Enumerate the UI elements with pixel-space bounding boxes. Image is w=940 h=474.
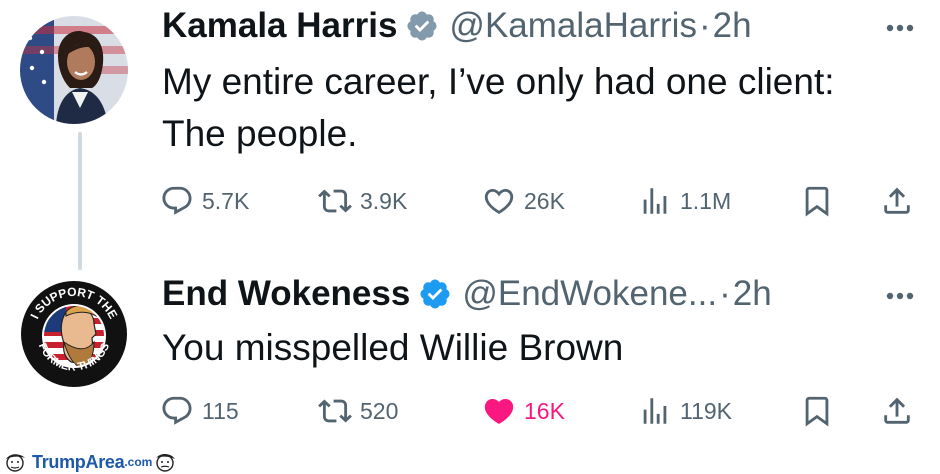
bookmark-button[interactable] (800, 391, 834, 431)
bookmark-icon (805, 396, 829, 427)
view-count: 1.1M (680, 187, 732, 214)
view-count: 119K (680, 397, 733, 424)
share-icon (884, 397, 910, 424)
tweet-actions: 115 520 16K 119K (160, 391, 922, 431)
retweet-button[interactable]: 520 (318, 391, 398, 431)
retweet-icon (318, 399, 352, 423)
separator-dot: · (719, 274, 731, 313)
avatar[interactable]: I SUPPORT THE FORMER THINGS (20, 280, 128, 388)
bookmark-icon (805, 186, 829, 217)
retweet-icon (318, 189, 352, 213)
watermark-suffix: .com (124, 455, 153, 469)
watermark-brand: TrumpArea (32, 451, 125, 472)
site-watermark: TrumpArea .com (2, 450, 178, 474)
verified-badge-icon[interactable] (418, 277, 452, 311)
views-button[interactable]: 119K (638, 391, 732, 431)
views-chart-icon (643, 398, 667, 424)
handle[interactable]: @EndWokene... (462, 274, 717, 314)
reply-icon (162, 186, 192, 215)
retweet-button[interactable]: 3.9K (318, 181, 407, 221)
tweet-header: End Wokeness @EndWokene... · 2h (162, 272, 772, 316)
display-name[interactable]: Kamala Harris (162, 6, 397, 46)
more-dots-icon (886, 292, 914, 300)
reply-button[interactable]: 5.7K (160, 181, 249, 221)
more-options-button[interactable] (882, 10, 918, 46)
thread-connector (78, 132, 82, 270)
more-options-button[interactable] (882, 278, 918, 314)
handle[interactable]: @KamalaHarris (449, 6, 697, 46)
reply-count: 115 (202, 397, 239, 424)
tweet-text: My entire career, I’ve only had one clie… (162, 56, 922, 160)
views-button[interactable]: 1.1M (638, 181, 731, 221)
tweet-text-line: You misspelled Willie Brown (162, 327, 624, 368)
separator-dot: · (698, 6, 711, 45)
tweet-end-wokeness[interactable]: I SUPPORT THE FORMER THINGS End Wokeness… (0, 258, 940, 448)
heart-outline-icon (484, 188, 514, 214)
reply-button[interactable]: 115 (160, 391, 239, 431)
like-count: 26K (524, 187, 565, 214)
share-icon (884, 187, 910, 214)
timestamp[interactable]: 2h (733, 274, 772, 314)
like-button[interactable]: 26K (482, 181, 565, 221)
tweet-header: Kamala Harris @KamalaHarris · 2h (162, 4, 752, 48)
tweet-text: You misspelled Willie Brown (162, 322, 922, 374)
tweet-actions: 5.7K 3.9K 26K 1.1M (160, 181, 922, 221)
like-button[interactable]: 16K (482, 391, 565, 431)
badge-avatar-icon: I SUPPORT THE FORMER THINGS (21, 281, 127, 387)
heart-filled-icon (484, 398, 514, 424)
reply-count: 5.7K (202, 187, 250, 214)
tweet-text-line: My entire career, I’ve only had one clie… (162, 61, 835, 102)
views-chart-icon (643, 188, 667, 214)
avatar-photo (20, 16, 128, 124)
display-name[interactable]: End Wokeness (162, 274, 410, 314)
reply-icon (162, 396, 192, 425)
bookmark-button[interactable] (800, 181, 834, 221)
share-button[interactable] (880, 181, 914, 221)
tweet-kamala-harris[interactable]: Kamala Harris @KamalaHarris · 2h My enti… (0, 0, 940, 270)
tweet-text-line: The people. (162, 113, 358, 154)
avatar[interactable] (20, 16, 128, 124)
retweet-count: 520 (360, 397, 399, 424)
more-dots-icon (886, 24, 914, 32)
caricature-face-icon (156, 453, 176, 472)
verified-badge-icon[interactable] (405, 9, 439, 43)
caricature-face-icon (6, 454, 25, 472)
timestamp[interactable]: 2h (713, 6, 752, 46)
share-button[interactable] (880, 391, 914, 431)
like-count: 16K (524, 397, 565, 424)
retweet-count: 3.9K (360, 187, 408, 214)
